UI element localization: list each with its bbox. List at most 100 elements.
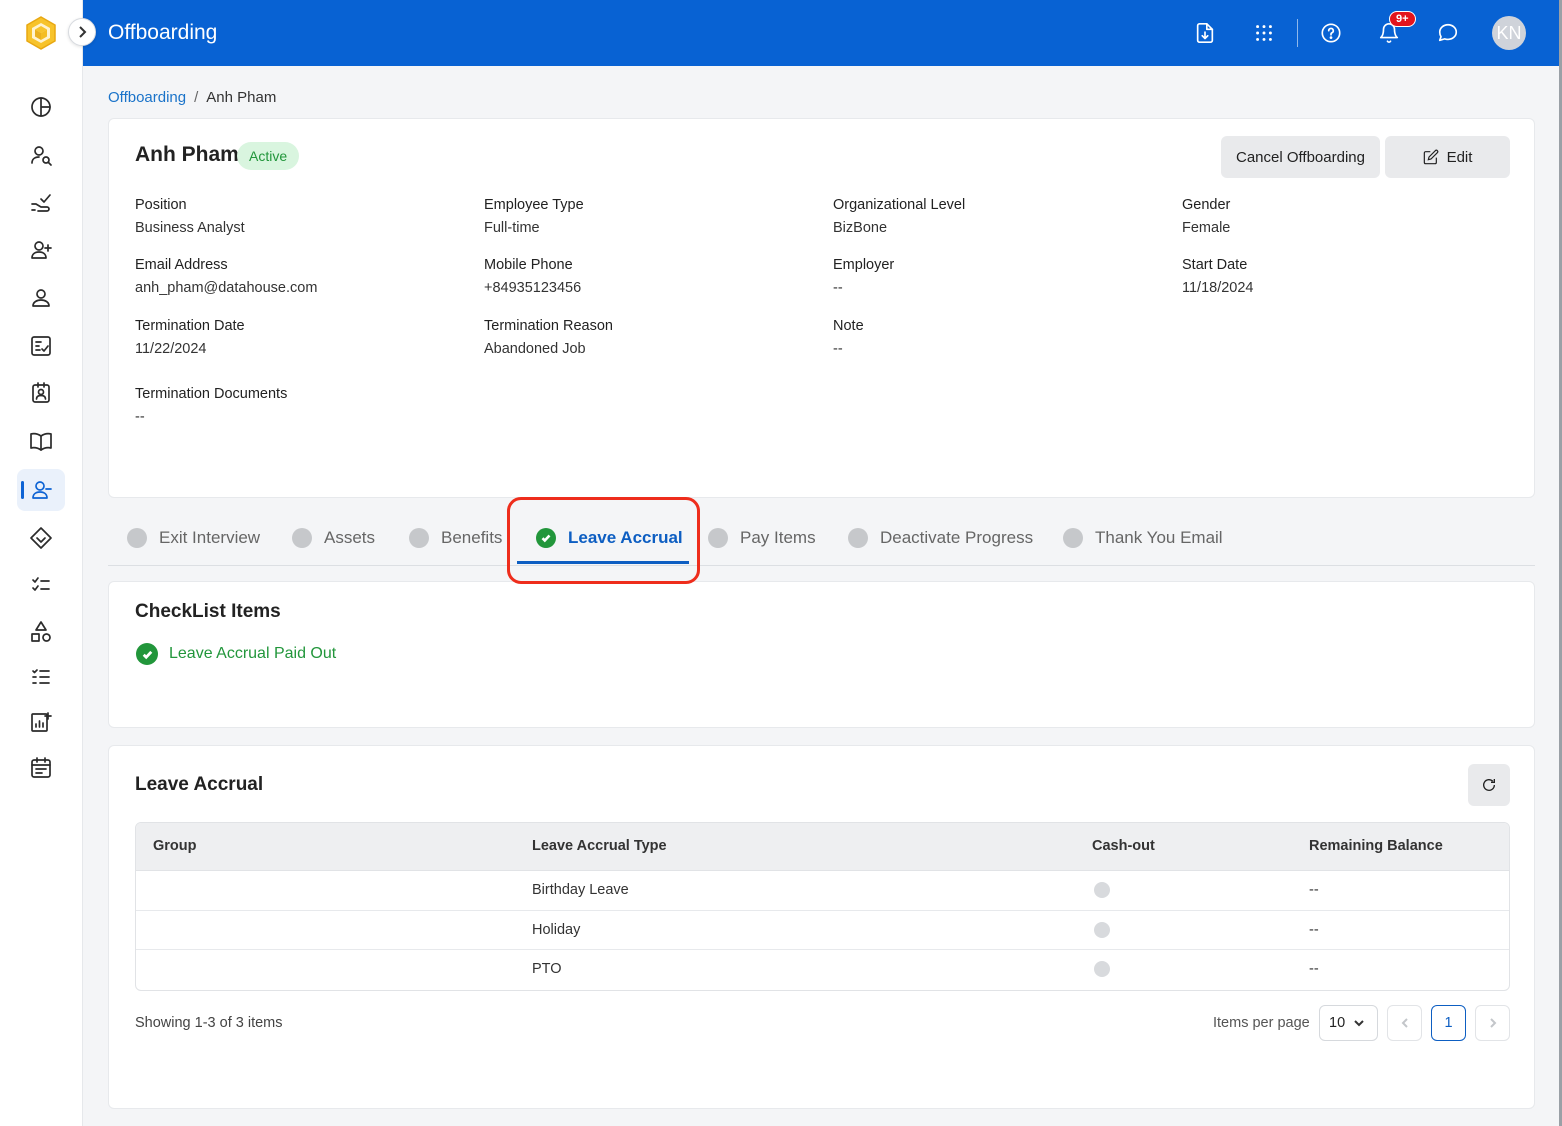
field-value: --	[833, 341, 843, 357]
leave-accrual-table: Group Leave Accrual Type Cash-out Remain…	[135, 822, 1510, 991]
checklist-title: CheckList Items	[135, 601, 281, 622]
field-label: Start Date	[1182, 257, 1248, 273]
app-logo[interactable]	[22, 14, 60, 52]
column-header-group: Group	[153, 838, 197, 854]
pending-dot-icon	[1063, 528, 1083, 548]
tab-thank-you-email[interactable]: Thank You Email	[1063, 528, 1223, 548]
download-doc-icon[interactable]	[1191, 19, 1219, 47]
report-icon[interactable]	[17, 701, 65, 743]
cell-type: PTO	[532, 961, 562, 977]
field-label: Termination Date	[135, 318, 245, 334]
prev-page-button[interactable]	[1387, 1005, 1422, 1041]
tab-exit-interview[interactable]: Exit Interview	[127, 528, 260, 548]
sidebar	[0, 0, 83, 1126]
field-note: Note --	[833, 318, 864, 357]
breadcrumb: Offboarding / Anh Pham	[108, 89, 276, 106]
highlight-annotation	[507, 497, 700, 584]
cancel-offboarding-button[interactable]: Cancel Offboarding	[1221, 136, 1380, 178]
field-label: Position	[135, 197, 187, 213]
shapes-icon[interactable]	[17, 611, 65, 653]
tab-label: Deactivate Progress	[880, 528, 1034, 547]
contact-card-icon[interactable]	[17, 372, 65, 414]
field-start-date: Start Date 11/18/2024	[1182, 257, 1254, 296]
items-per-page-select[interactable]: 10	[1319, 1005, 1378, 1041]
items-per-page-label: Items per page	[1213, 1015, 1310, 1031]
field-termination-reason: Termination Reason Abandoned Job	[484, 318, 613, 357]
offboarding-tabs: Exit Interview Assets Benefits Leave Acc…	[108, 520, 1535, 566]
field-label: Mobile Phone	[484, 257, 573, 273]
field-organizational-level: Organizational Level BizBone	[833, 197, 965, 236]
leave-accrual-card: Leave Accrual Group Leave Accrual Type C…	[108, 745, 1535, 1109]
tab-pay-items[interactable]: Pay Items	[708, 528, 816, 548]
pending-dot-icon	[292, 528, 312, 548]
handbook-icon[interactable]	[17, 420, 65, 462]
pending-dot-icon	[409, 528, 429, 548]
task-list-icon[interactable]	[17, 563, 65, 605]
field-value: Business Analyst	[135, 220, 245, 236]
checklist-board-icon[interactable]	[17, 325, 65, 367]
page-button-current[interactable]: 1	[1431, 1005, 1466, 1041]
field-mobile-phone: Mobile Phone +84935123456	[484, 257, 581, 296]
table-row: Holiday --	[136, 911, 1509, 950]
field-value: Full-time	[484, 220, 540, 236]
items-per-page-value: 10	[1329, 1015, 1346, 1031]
refresh-button[interactable]	[1468, 764, 1510, 806]
cell-type: Holiday	[532, 921, 581, 938]
help-icon[interactable]	[1317, 19, 1345, 47]
tab-assets[interactable]: Assets	[292, 528, 375, 548]
field-termination-documents: Termination Documents --	[135, 386, 287, 425]
cell-balance: --	[1309, 961, 1319, 977]
pagination-summary: Showing 1-3 of 3 items	[135, 1015, 283, 1031]
edit-label: Edit	[1446, 148, 1473, 166]
leave-accrual-title: Leave Accrual	[135, 774, 264, 795]
field-position: Position Business Analyst	[135, 197, 245, 236]
tab-label: Thank You Email	[1095, 528, 1223, 547]
field-value: 11/18/2024	[1182, 280, 1254, 296]
chevron-left-icon	[1401, 1018, 1408, 1028]
offboarding-icon[interactable]	[17, 469, 65, 511]
edit-icon	[1423, 149, 1438, 165]
chevron-right-icon	[79, 26, 87, 38]
field-value: --	[135, 409, 145, 425]
tab-label: Benefits	[441, 528, 503, 547]
employee-name: Anh Pham	[135, 143, 239, 166]
edit-button[interactable]: Edit	[1385, 136, 1510, 178]
next-page-button[interactable]	[1475, 1005, 1510, 1041]
pending-dot-icon	[127, 528, 147, 548]
add-user-icon[interactable]	[17, 229, 65, 271]
cell-balance: --	[1309, 921, 1319, 938]
cell-type: Birthday Leave	[532, 882, 629, 898]
chat-icon[interactable]	[1434, 19, 1462, 47]
field-value: anh_pham@datahouse.com	[135, 280, 318, 296]
pending-dot-icon	[848, 528, 868, 548]
tab-benefits[interactable]: Benefits	[409, 528, 502, 548]
column-header-cash-out: Cash-out	[1092, 838, 1155, 854]
check-circle-icon	[136, 643, 158, 665]
checklist-item-label: Leave Accrual Paid Out	[169, 645, 337, 662]
onboarding-icon[interactable]	[17, 181, 65, 223]
tag-icon[interactable]	[17, 517, 65, 559]
breadcrumb-separator: /	[194, 89, 199, 106]
table-header: Group Leave Accrual Type Cash-out Remain…	[136, 823, 1509, 871]
sidebar-collapse-button[interactable]	[68, 18, 96, 46]
refresh-icon	[1483, 779, 1495, 791]
tab-label: Pay Items	[740, 528, 816, 547]
notification-badge: 9+	[1389, 11, 1416, 27]
calendar-icon[interactable]	[17, 747, 65, 789]
top-header: Offboarding 9+ KN	[83, 0, 1559, 66]
field-email-address: Email Address anh_pham@datahouse.com	[135, 257, 317, 296]
tab-label: Exit Interview	[159, 528, 261, 547]
checklist-item: Leave Accrual Paid Out	[136, 643, 336, 665]
user-icon[interactable]	[17, 277, 65, 319]
apps-grid-icon[interactable]	[1250, 19, 1278, 47]
numbered-list-icon[interactable]	[17, 656, 65, 698]
breadcrumb-current: Anh Pham	[206, 89, 277, 106]
cell-balance: --	[1309, 882, 1319, 898]
dashboard-icon[interactable]	[17, 86, 65, 128]
tab-deactivate-progress[interactable]: Deactivate Progress	[848, 528, 1033, 548]
breadcrumb-offboarding-link[interactable]: Offboarding	[108, 89, 186, 106]
user-search-icon[interactable]	[17, 134, 65, 176]
cash-out-indicator	[1094, 882, 1110, 898]
user-avatar[interactable]: KN	[1492, 16, 1526, 50]
field-value: BizBone	[833, 220, 888, 236]
